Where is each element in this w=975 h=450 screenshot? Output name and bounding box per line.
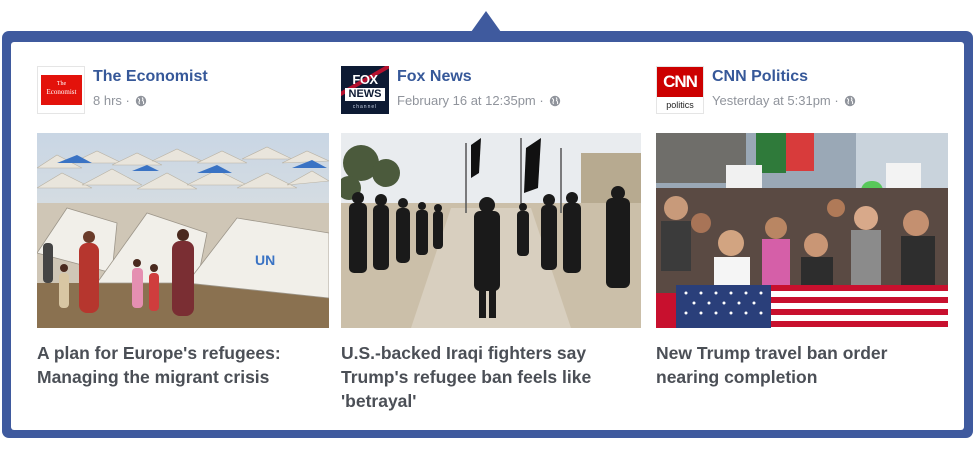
svg-text:UN: UN <box>255 252 275 268</box>
post-meta: 8 hrs · <box>93 93 147 108</box>
globe-icon <box>845 95 856 107</box>
source-name-link[interactable]: The Economist <box>93 68 208 86</box>
news-card-cnnpolitics[interactable]: CNN politics CNN Politics Yesterday at 5… <box>656 42 956 430</box>
news-card-economist[interactable]: The Economist The Economist 8 hrs · UN A… <box>37 42 337 430</box>
protest-crowd-photo[interactable] <box>656 133 948 328</box>
post-timestamp[interactable]: Yesterday at 5:31pm · <box>712 93 839 108</box>
article-headline[interactable]: New Trump travel ban order nearing compl… <box>656 341 926 389</box>
refugee-camp-photo[interactable]: UN <box>37 133 329 328</box>
news-panel: The Economist The Economist 8 hrs · UN A… <box>11 42 964 430</box>
globe-icon <box>136 95 147 107</box>
popover-pointer <box>471 11 501 32</box>
cnn-politics-logo[interactable]: CNN politics <box>656 66 704 114</box>
source-name-link[interactable]: CNN Politics <box>712 68 808 86</box>
post-meta: Yesterday at 5:31pm · <box>712 93 856 108</box>
post-timestamp[interactable]: February 16 at 12:35pm · <box>397 93 544 108</box>
fox-news-logo[interactable]: FOX NEWS channel <box>341 66 389 114</box>
post-timestamp[interactable]: 8 hrs · <box>93 93 130 108</box>
post-meta: February 16 at 12:35pm · <box>397 93 561 108</box>
article-headline[interactable]: U.S.-backed Iraqi fighters say Trump's r… <box>341 341 626 413</box>
news-card-foxnews[interactable]: FOX NEWS channel Fox News February 16 at… <box>341 42 641 430</box>
fighters-march-photo[interactable] <box>341 133 641 328</box>
article-headline[interactable]: A plan for Europe's refugees: Managing t… <box>37 341 327 389</box>
globe-icon <box>550 95 561 107</box>
the-economist-logo[interactable]: The Economist <box>37 66 85 114</box>
source-name-link[interactable]: Fox News <box>397 68 472 86</box>
